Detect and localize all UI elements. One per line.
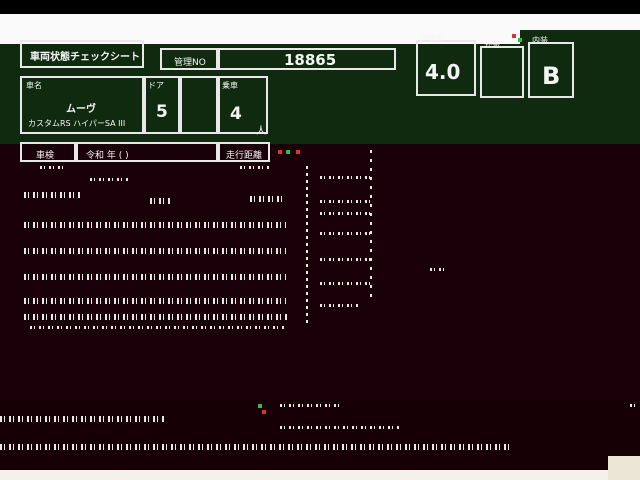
scan-noise [320,232,374,235]
scan-noise [240,166,270,169]
scan-noise [0,416,166,422]
seats-box: 乗車 4 人 [218,76,268,137]
interior-grade: B [542,62,561,90]
body-panel [0,144,640,400]
doors-value: 5 [156,102,168,122]
scan-noise [30,326,284,329]
seats-unit: 人 [256,126,266,137]
seats-label: 乗車 [222,81,238,90]
row-mark-green [286,150,290,154]
doors-box: ドア 5 [144,76,180,134]
score-value: 4.0 [425,60,461,84]
scan-noise [40,166,66,169]
scan-noise [320,258,374,261]
scan-noise [0,444,512,450]
bottom-band [0,470,640,480]
scan-noise [430,268,446,271]
row-label-2-box: 令和 年 ( ) [76,142,218,162]
body-panel-lower [0,400,640,470]
row-label-1: 車検 [36,151,55,161]
row-label-3-box: 走行距離 [218,142,270,162]
mgmt-no-value: 18865 [284,51,337,69]
exterior-label: 外装 [484,40,500,49]
interior-label: 内装 [532,36,548,45]
scan-noise [320,176,372,179]
row-mark-red [278,150,282,154]
scan-noise [150,198,170,204]
scan-noise [24,314,288,320]
top-black-band [0,0,640,14]
model-box: 車名 ムーヴ カスタムRS ハイパーSA III [20,76,144,134]
mgmt-no-label-box: 管理NO [160,48,218,70]
seats-value: 4 [230,104,242,124]
lower-mark-red [262,410,266,414]
color-mark-red [512,34,516,38]
scan-noise [320,304,360,307]
row-label-2: 令和 年 ( ) [86,151,129,161]
scan-noise [24,222,286,228]
mgmt-no-value-box: 18865 [218,48,396,70]
scan-noise [280,426,400,429]
exterior-box: 外装 [480,40,524,98]
doors-label: ドア [148,81,164,90]
row-label-1-box: 車検 [20,142,76,162]
row-label-3: 走行距離 [226,151,263,161]
grid-line [306,166,308,326]
model-label: 車名 [26,81,42,90]
scan-noise [24,298,286,304]
sheet-title: 車両状態チェックシート [30,52,140,63]
lower-mark-green [258,404,262,408]
interior-box: 内装 B [528,36,574,98]
grid-line [370,150,372,300]
row-mark-red-2 [296,150,300,154]
scan-noise [630,404,638,407]
scan-noise [90,178,128,181]
scan-noise [280,404,340,407]
title-box: 車両状態チェックシート [20,40,144,68]
score-label: 評価点 [420,34,444,43]
scan-noise [320,200,374,203]
scan-noise [24,192,82,198]
scan-noise [24,248,286,254]
blank-box [180,76,218,134]
scan-noise [320,282,374,285]
color-mark-green [518,38,522,42]
mgmt-no-label: 管理NO [174,58,206,68]
model-name: ムーヴ [66,104,96,115]
score-box: 評価点 4.0 [416,34,476,96]
bottom-right-corner [608,456,640,480]
scan-noise [320,212,374,215]
scan-noise [250,196,286,202]
model-sub: カスタムRS ハイパーSA III [28,119,126,128]
scan-noise [24,274,286,280]
